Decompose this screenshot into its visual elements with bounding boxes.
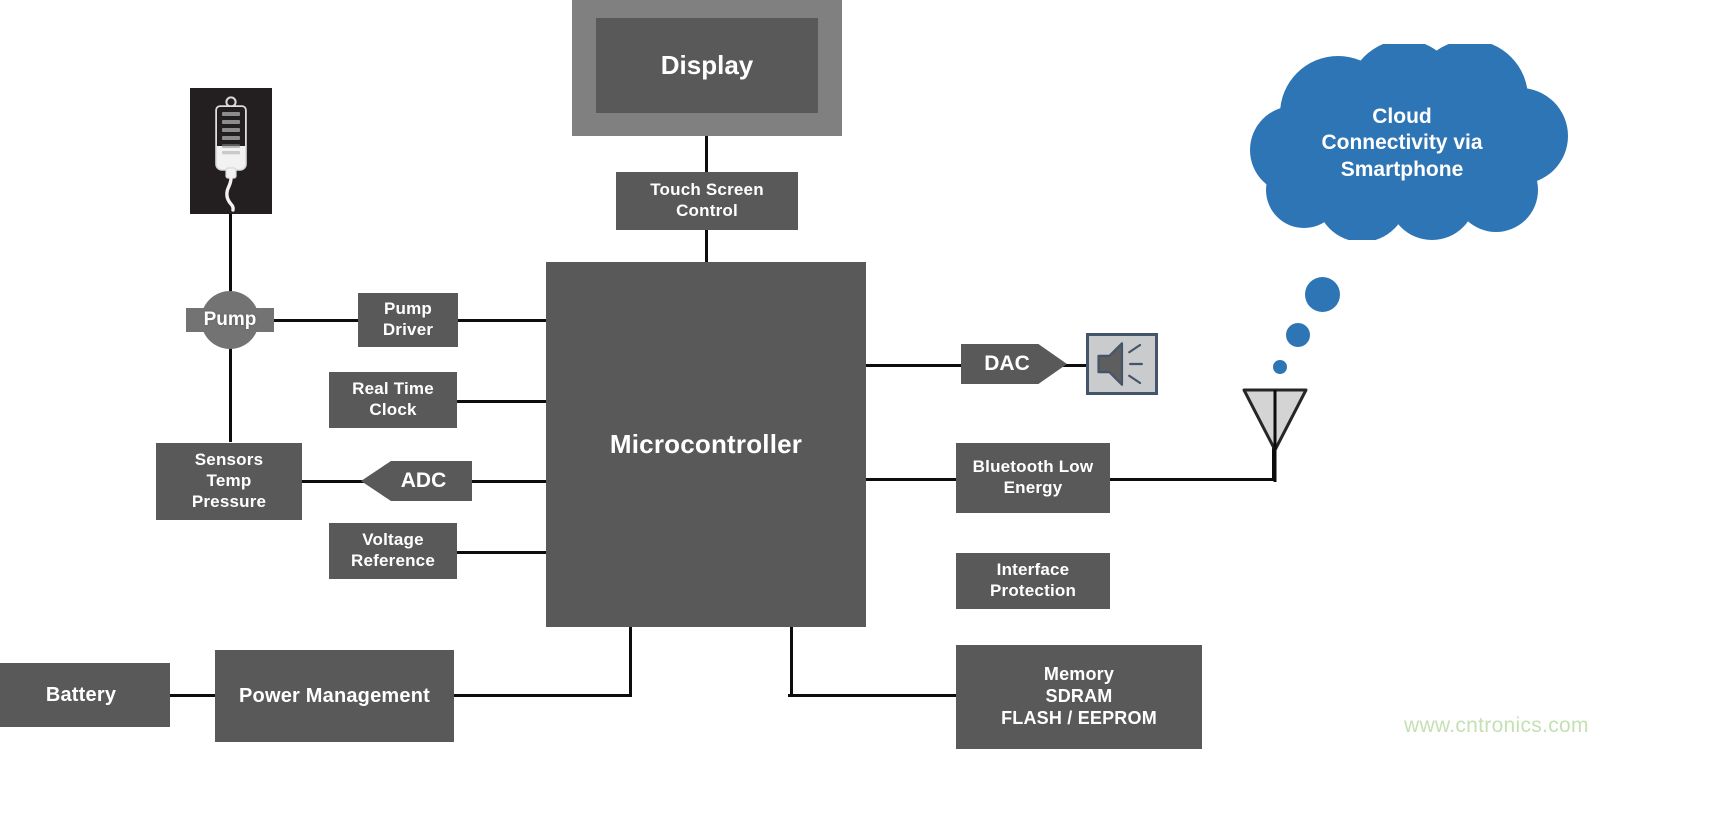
real-time-clock-block[interactable]: Real Time Clock	[329, 372, 457, 428]
adc-block[interactable]: ADC	[361, 461, 472, 501]
wire-pumpdriver-to-mcu	[456, 319, 548, 322]
thought-bubble-large-icon	[1305, 277, 1340, 312]
cloud-text: Cloud Connectivity via Smartphone	[1268, 104, 1536, 183]
bluetooth-line2: Energy	[1003, 478, 1063, 497]
wire-mcu-to-memory-h	[788, 694, 958, 697]
bluetooth-low-energy-block[interactable]: Bluetooth Low Energy	[956, 443, 1110, 513]
speaker-icon	[1086, 333, 1158, 395]
cloud-line2: Connectivity via	[1321, 131, 1483, 155]
pump-driver-block[interactable]: Pump Driver	[358, 293, 458, 347]
block-diagram-canvas: Pump Display Touch Screen Control Microc…	[0, 0, 1720, 824]
wire-rtc-to-mcu	[456, 400, 548, 403]
touch-screen-control-line1: Touch Screen	[650, 180, 764, 200]
dac-label: DAC	[984, 352, 1030, 375]
power-management-block[interactable]: Power Management	[215, 650, 454, 742]
cloud-line3: Smartphone	[1340, 157, 1464, 181]
thought-bubble-small-icon	[1273, 360, 1287, 374]
pump-driver-line1: Pump	[383, 299, 433, 319]
bluetooth-line1: Bluetooth Low	[972, 457, 1094, 477]
interface-protection-line2: Protection	[989, 581, 1077, 600]
thought-bubble-medium-icon	[1286, 323, 1310, 347]
memory-line2: SDRAM	[1045, 686, 1113, 707]
real-time-clock-line1: Real Time	[352, 379, 434, 399]
adc-label: ADC	[400, 469, 447, 492]
touch-screen-control-block[interactable]: Touch Screen Control	[616, 172, 798, 230]
microcontroller-block[interactable]: Microcontroller	[546, 262, 866, 627]
real-time-clock-line2: Clock	[369, 400, 417, 419]
touch-screen-control-line2: Control	[676, 201, 738, 220]
power-management-label: Power Management	[238, 684, 431, 707]
voltage-reference-line2: Reference	[350, 551, 435, 570]
voltage-reference-block[interactable]: Voltage Reference	[329, 523, 457, 579]
sensors-block[interactable]: Sensors Temp Pressure	[156, 443, 302, 520]
sensors-line1: Sensors	[194, 450, 264, 470]
battery-label: Battery	[45, 683, 117, 706]
pump-driver-line2: Driver	[382, 320, 434, 339]
sensors-line3: Pressure	[191, 491, 267, 511]
memory-line3: FLASH / EEPROM	[1001, 707, 1157, 728]
wire-mcu-to-power-h	[454, 694, 632, 697]
battery-block[interactable]: Battery	[0, 663, 170, 727]
memory-block[interactable]: Memory SDRAM FLASH / EEPROM	[956, 645, 1202, 749]
antenna-icon	[1240, 386, 1310, 482]
display-block[interactable]: Display	[596, 18, 818, 113]
memory-line1: Memory	[1043, 664, 1115, 685]
wire-pump-to-sensors	[229, 336, 232, 442]
wire-display-to-touch	[705, 136, 708, 172]
interface-protection-line1: Interface	[996, 560, 1070, 580]
sensors-line2: Temp	[206, 471, 252, 491]
wire-mcu-to-memory-v	[790, 627, 793, 697]
dac-block[interactable]: DAC	[961, 344, 1067, 384]
microcontroller-label: Microcontroller	[609, 428, 803, 459]
iv-bag-icon	[190, 88, 272, 214]
wire-mcu-to-bluetooth	[866, 478, 958, 481]
wire-vref-to-mcu	[456, 551, 548, 554]
voltage-reference-line1: Voltage	[362, 530, 424, 550]
wire-battery-to-power	[170, 694, 218, 697]
interface-protection-block[interactable]: Interface Protection	[956, 553, 1110, 609]
cloud-line1: Cloud	[1372, 105, 1432, 128]
wire-mcu-to-dac	[866, 364, 966, 367]
wire-sensors-to-adc	[300, 480, 366, 483]
pump-label: Pump	[203, 309, 257, 330]
wire-mcu-to-power-v	[629, 627, 632, 697]
wire-touch-to-mcu	[705, 230, 708, 264]
watermark-text: www.cntronics.com	[1404, 714, 1589, 737]
